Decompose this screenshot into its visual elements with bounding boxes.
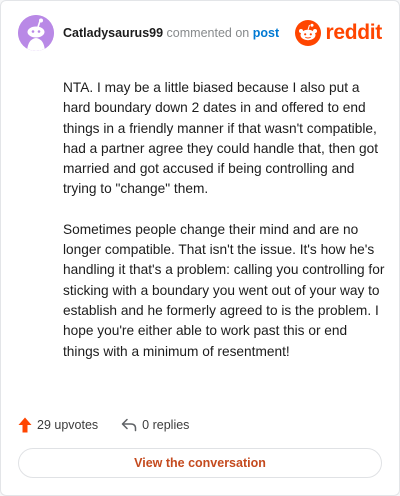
- replies-stat[interactable]: 0 replies: [121, 418, 189, 432]
- upvote-stat[interactable]: 29 upvotes: [18, 417, 98, 433]
- comment-header: Catladysaurus99 commented on post reddit: [18, 15, 385, 55]
- user-avatar[interactable]: [18, 15, 54, 51]
- reddit-logo-icon: [295, 20, 322, 46]
- reply-count: 0 replies: [142, 418, 190, 432]
- reddit-brand[interactable]: reddit: [295, 19, 382, 47]
- author-name[interactable]: Catladysaurus99: [63, 26, 163, 40]
- comment-byline: Catladysaurus99 commented on post: [63, 26, 279, 40]
- view-conversation-button[interactable]: View the conversation: [18, 448, 382, 478]
- comment-body: NTA. I may be a little biased because I …: [63, 78, 385, 382]
- byline-action: commented on: [166, 26, 250, 40]
- reply-arrow-icon: [121, 418, 137, 432]
- upvote-count: 29 upvotes: [37, 418, 99, 432]
- upvote-arrow-icon: [18, 417, 32, 433]
- post-link[interactable]: post: [253, 26, 279, 40]
- snoo-avatar-icon: [18, 15, 54, 51]
- comment-paragraph: NTA. I may be a little biased because I …: [63, 80, 379, 197]
- reddit-wordmark: reddit: [325, 21, 382, 44]
- comment-card: Catladysaurus99 commented on post reddit…: [0, 0, 400, 496]
- comment-paragraph: Sometimes people change their mind and a…: [63, 221, 385, 359]
- comment-stats: 29 upvotes 0 replies: [18, 415, 189, 435]
